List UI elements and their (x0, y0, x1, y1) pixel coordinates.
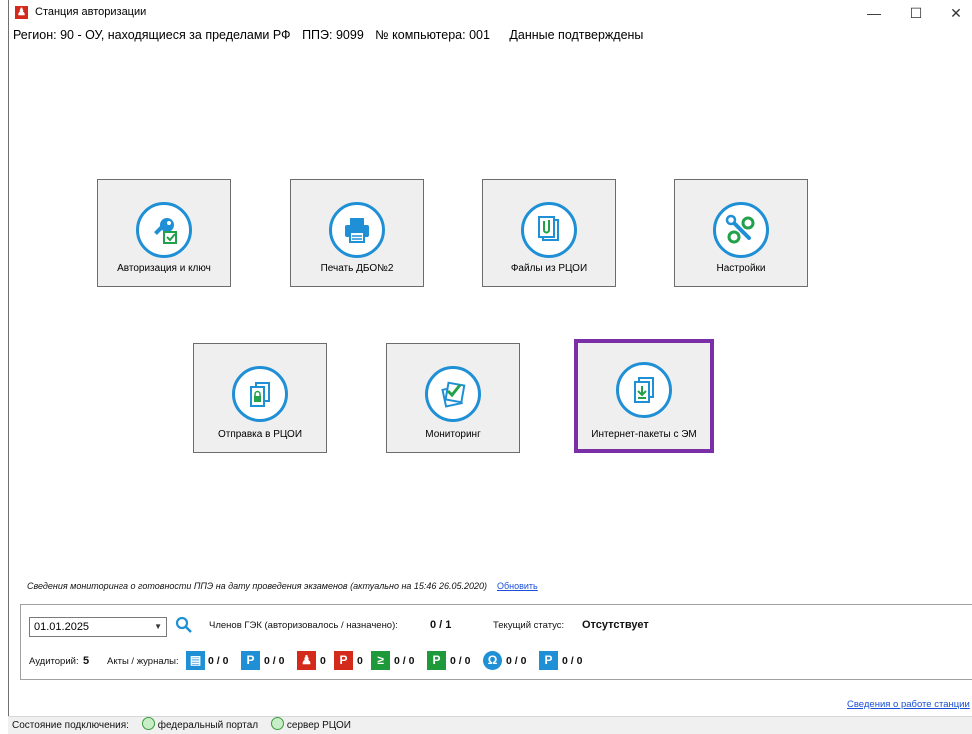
window-title: Станция авторизации (35, 6, 147, 18)
counter-send-green: 0 / 0 (394, 655, 415, 667)
tile-authorization-key[interactable]: Авторизация и ключ (97, 179, 231, 287)
monitoring-info: Сведения мониторинга о готовности ППЭ на… (27, 581, 538, 591)
tile-label: Авторизация и ключ (117, 263, 211, 274)
counter-headset: 0 / 0 (506, 655, 527, 667)
computer-text: № компьютера: 001 (375, 28, 490, 42)
tile-label: Настройки (716, 263, 766, 274)
tile-send-to-rcoi[interactable]: Отправка в РЦОИ (193, 343, 327, 453)
station-info-bar: Регион: 90 - ОУ, находящиеся за пределам… (13, 28, 651, 42)
auditoriums-label: Аудиторий: (29, 656, 79, 667)
date-select[interactable]: 01.01.2025 ▼ (29, 617, 167, 637)
federal-portal-text: федеральный портал (157, 720, 259, 731)
download-package-icon (616, 362, 672, 418)
p-blue-2-icon: P (539, 651, 558, 670)
refresh-link[interactable]: Обновить (497, 581, 538, 591)
tile-files-from-rcoi[interactable]: Файлы из РЦОИ (482, 179, 616, 287)
status-bar: Состояние подключения: федеральный порта… (8, 716, 972, 734)
connection-label: Состояние подключения: (12, 720, 129, 731)
date-value: 01.01.2025 (34, 621, 90, 633)
acts-label: Акты / журналы: (107, 656, 179, 667)
gek-value: 0 / 1 (430, 619, 452, 631)
tile-print-dbo2[interactable]: Печать ДБО№2 (290, 179, 424, 287)
station-red-icon: ♟ (297, 651, 316, 670)
minimize-button[interactable]: — (861, 3, 887, 23)
checklist-icon (425, 366, 481, 422)
counter-p-blue-2: 0 / 0 (562, 655, 583, 667)
monitoring-text: Сведения мониторинга о готовности ППЭ на… (27, 581, 487, 591)
send-green-icon: ≥ (371, 651, 390, 670)
status-value: Отсутствует (582, 619, 649, 631)
p-green-icon: P (427, 651, 446, 670)
counter-p-red: 0 (357, 655, 363, 667)
maximize-button[interactable]: ☐ (903, 3, 929, 23)
rcoi-server-text: сервер РЦОИ (286, 720, 351, 731)
p-red-icon: P (334, 651, 353, 670)
wrench-gear-icon (713, 202, 769, 258)
lock-document-icon (232, 366, 288, 422)
rcoi-status-icon (270, 717, 284, 730)
main-window: ♟ Станция авторизации — ☐ ✕ Регион: 90 -… (8, 0, 972, 733)
tile-label: Отправка в РЦОИ (217, 429, 303, 440)
key-icon (136, 202, 192, 258)
auditoriums-value: 5 (83, 655, 90, 667)
printer-icon (329, 202, 385, 258)
station-info-link[interactable]: Сведения о работе станции (847, 699, 970, 710)
tile-label: Файлы из РЦОИ (510, 263, 588, 274)
search-icon[interactable] (175, 616, 193, 634)
counter-print: 0 / 0 (208, 655, 229, 667)
close-button[interactable]: ✕ (943, 3, 969, 23)
tile-label: Мониторинг (425, 429, 481, 440)
region-text: Регион: 90 - ОУ, находящиеся за пределам… (13, 28, 291, 42)
app-icon: ♟ (15, 6, 28, 19)
tile-label: Интернет-пакеты с ЭМ (591, 429, 697, 440)
counter-p-green: 0 / 0 (450, 655, 471, 667)
tile-label: Печать ДБО№2 (320, 263, 394, 274)
counter-p-blue: 0 / 0 (264, 655, 285, 667)
ppe-text: ППЭ: 9099 (302, 28, 364, 42)
gek-label: Членов ГЭК (авторизовалось / назначено): (209, 620, 398, 631)
data-status-text: Данные подтверждены (509, 28, 644, 42)
federal-status-icon (141, 717, 155, 730)
status-label: Текущий статус: (493, 620, 565, 631)
chevron-down-icon: ▼ (154, 622, 162, 631)
tile-settings[interactable]: Настройки (674, 179, 808, 287)
print-acts-icon: ▤ (186, 651, 205, 670)
headset-icon: Ω (483, 651, 502, 670)
tile-internet-packages[interactable]: Интернет-пакеты с ЭМ (574, 339, 714, 453)
counter-station-red: 0 (320, 655, 326, 667)
status-panel: 01.01.2025 ▼ Членов ГЭК (авторизовалось /… (20, 604, 972, 680)
files-icon (521, 202, 577, 258)
title-bar: ♟ Станция авторизации — ☐ ✕ (9, 0, 972, 26)
tile-monitoring[interactable]: Мониторинг (386, 343, 520, 453)
p-blue-icon: P (241, 651, 260, 670)
